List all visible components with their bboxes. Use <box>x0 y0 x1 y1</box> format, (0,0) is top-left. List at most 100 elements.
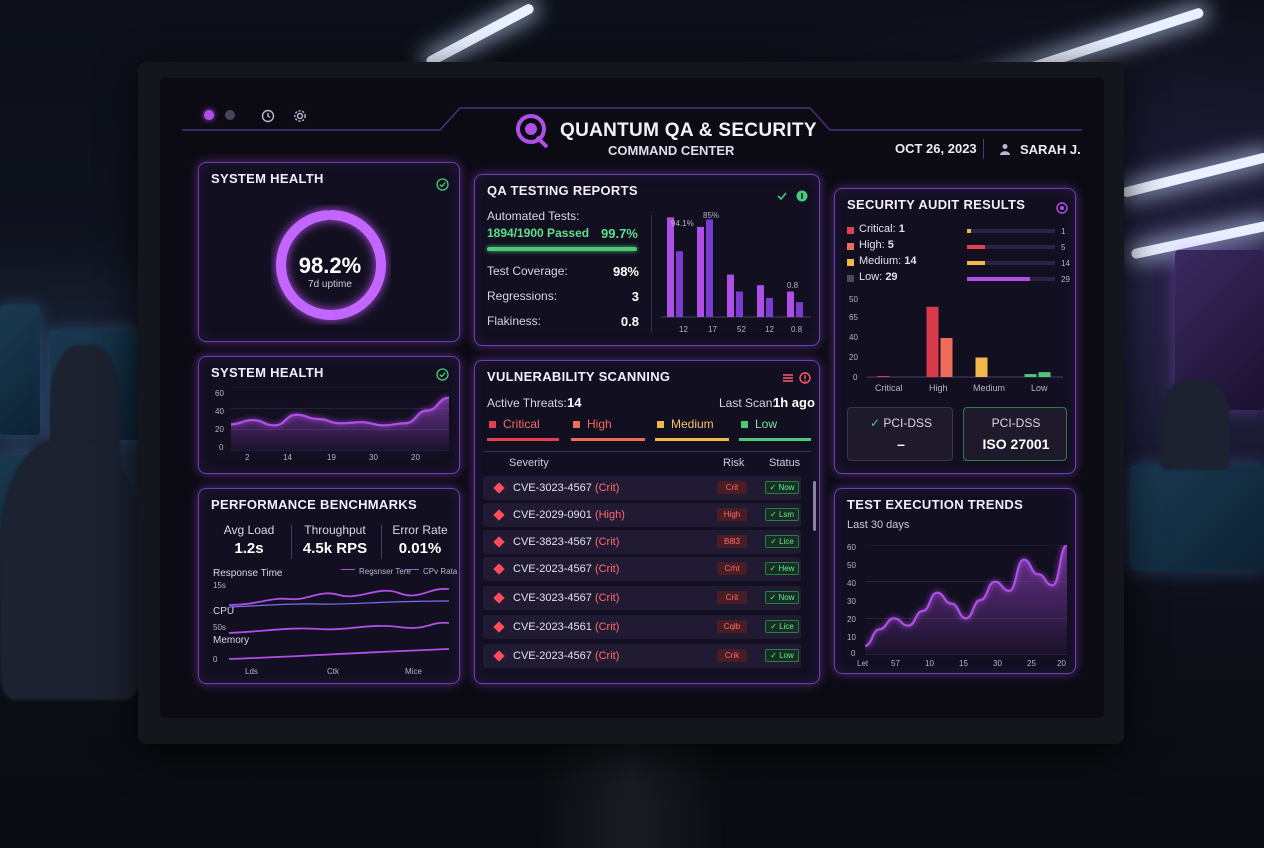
cve-id: CVE-3823-4567 <box>513 536 592 548</box>
history-icon[interactable] <box>260 108 276 124</box>
bar-label: 94.1% <box>671 219 694 228</box>
gear-icon[interactable] <box>292 108 308 124</box>
legend-swatch <box>847 227 854 234</box>
compliance-card[interactable]: ✓ PCI-DSS – <box>847 407 953 461</box>
column-header[interactable]: Status <box>769 457 800 469</box>
panel-title: QA TESTING REPORTS <box>487 183 638 198</box>
low-swatch <box>741 421 748 428</box>
table-row[interactable]: CVE-3023-4567 (Crit) Crit ✓ Now <box>483 476 801 500</box>
status-badge: ✓ Now <box>765 591 799 604</box>
app-subtitle: COMMAND CENTER <box>608 143 735 158</box>
app-title: QUANTUM QA & SECURITY <box>560 120 817 141</box>
tick: 50s <box>213 623 226 632</box>
user-name[interactable]: SARAH J. <box>1020 142 1081 157</box>
x-tick: 20 <box>411 453 420 462</box>
info-icon[interactable] <box>795 189 809 203</box>
compliance-label: PCI-DSS <box>883 416 933 430</box>
compliance-card[interactable]: PCI-DSS ISO 27001 <box>963 407 1067 461</box>
check-icon <box>775 189 789 203</box>
window-dot[interactable] <box>225 110 235 120</box>
cve-severity: (Crit) <box>594 563 620 575</box>
memory-sparkline <box>229 648 449 660</box>
risk-badge: Crht <box>717 562 747 575</box>
bar <box>1024 374 1037 377</box>
metric-value: 0.01% <box>398 540 442 557</box>
list-icon[interactable] <box>781 371 795 385</box>
vulnerability-panel: VULNERABILITY SCANNING Active Threats: 1… <box>474 360 820 684</box>
audit-item: Low: 29 <box>859 271 898 283</box>
last-scan-label: Last Scan: <box>719 396 776 410</box>
risk-badge: Crik <box>717 649 747 662</box>
y-tick: 20 <box>215 425 224 434</box>
column-header[interactable]: Risk <box>723 457 744 469</box>
status-text: Hew <box>778 564 795 573</box>
uptime-value: 98.2% <box>298 253 362 278</box>
audit-bar-track <box>967 277 1055 281</box>
x-tick: 12 <box>765 325 774 334</box>
audit-count: 5 <box>887 239 894 251</box>
window-dot-active[interactable] <box>204 110 214 120</box>
audit-label: Critical: <box>859 223 896 235</box>
user-icon[interactable] <box>998 142 1012 156</box>
legend-swatch <box>405 569 419 570</box>
panel-title: SECURITY AUDIT RESULTS <box>847 197 1026 212</box>
column-header[interactable]: Severity <box>509 457 549 469</box>
cve-id: CVE-2023-4561 <box>513 621 592 633</box>
critical-swatch <box>489 421 496 428</box>
audit-bar-fill <box>967 261 985 265</box>
alert-diamond-icon <box>493 482 505 494</box>
series-area <box>865 545 1067 655</box>
table-row[interactable]: CVE-2029-0901 (High) High ✓ Lsm <box>483 503 801 527</box>
risk-badge: High <box>717 508 747 521</box>
x-tick: Lds <box>245 667 258 676</box>
category-low[interactable]: Low <box>755 417 777 431</box>
stat-value: 98% <box>612 264 639 279</box>
settings-icon[interactable] <box>1055 201 1069 215</box>
table-row[interactable]: CVE-3023-4567 (Crit) Crit ✓ Now <box>483 586 801 610</box>
pass-progress-fill <box>487 247 637 251</box>
category-critical[interactable]: Critical <box>503 417 540 431</box>
performance-panel: PERFORMANCE BENCHMARKS Avg Load 1.2s Thr… <box>198 488 460 684</box>
x-tick: Low <box>1031 383 1048 393</box>
audit-bar-fill <box>967 245 985 249</box>
status-badge: ✓ Lsm <box>765 508 799 521</box>
bar <box>727 274 734 317</box>
x-tick: 2 <box>245 453 250 462</box>
tick: 0 <box>213 655 218 664</box>
medium-bar <box>655 438 729 441</box>
cve-severity: (Crit) <box>594 621 620 633</box>
category-high[interactable]: High <box>587 417 612 431</box>
legend-swatch <box>341 569 355 570</box>
y-tick: 10 <box>847 633 856 642</box>
table-row[interactable]: CVE-2023-4561 (Crit) Cqlb ✓ Lice <box>483 615 801 639</box>
bar-tail-label: 5 <box>1061 243 1066 252</box>
qa-testing-panel: QA TESTING REPORTS Automated Tests: 1894… <box>474 174 820 346</box>
alert-icon[interactable] <box>798 371 812 385</box>
legend-swatch <box>847 243 854 250</box>
legend-label: CPv Rata <box>423 567 458 576</box>
x-tick: Ctk <box>327 667 339 676</box>
scrollbar-thumb[interactable] <box>813 481 816 531</box>
bar-label: 85% <box>703 211 720 220</box>
status-text: Lsm <box>778 510 795 519</box>
audit-label: Low: <box>859 271 883 283</box>
metric-label: Avg Load <box>223 523 275 537</box>
status-text: Now <box>778 593 795 602</box>
table-row[interactable]: CVE-3823-4567 (Crit) B8l3 ✓ Lice <box>483 530 801 554</box>
metric-value: 1.2s <box>234 540 264 557</box>
category-medium[interactable]: Medium <box>671 417 714 431</box>
compliance-name: PCI-DSS <box>991 416 1041 430</box>
y-tick: 40 <box>847 579 856 588</box>
y-tick: 50 <box>849 295 858 304</box>
alert-diamond-icon <box>493 592 505 604</box>
table-row[interactable]: CVE-2023-4567 (Crit) Crht ✓ Hew <box>483 557 801 581</box>
audit-bar-fill <box>967 277 1031 281</box>
legend-swatch <box>847 259 854 266</box>
table-row[interactable]: CVE-2023-4567 (Crit) Crik ✓ Low <box>483 644 801 668</box>
risk-badge: Cqlb <box>717 620 747 633</box>
audit-bar-track <box>967 261 1055 265</box>
cve-severity: (Crit) <box>594 592 620 604</box>
status-text: Lice <box>779 537 794 546</box>
bar <box>940 338 953 377</box>
bar <box>1038 372 1051 377</box>
